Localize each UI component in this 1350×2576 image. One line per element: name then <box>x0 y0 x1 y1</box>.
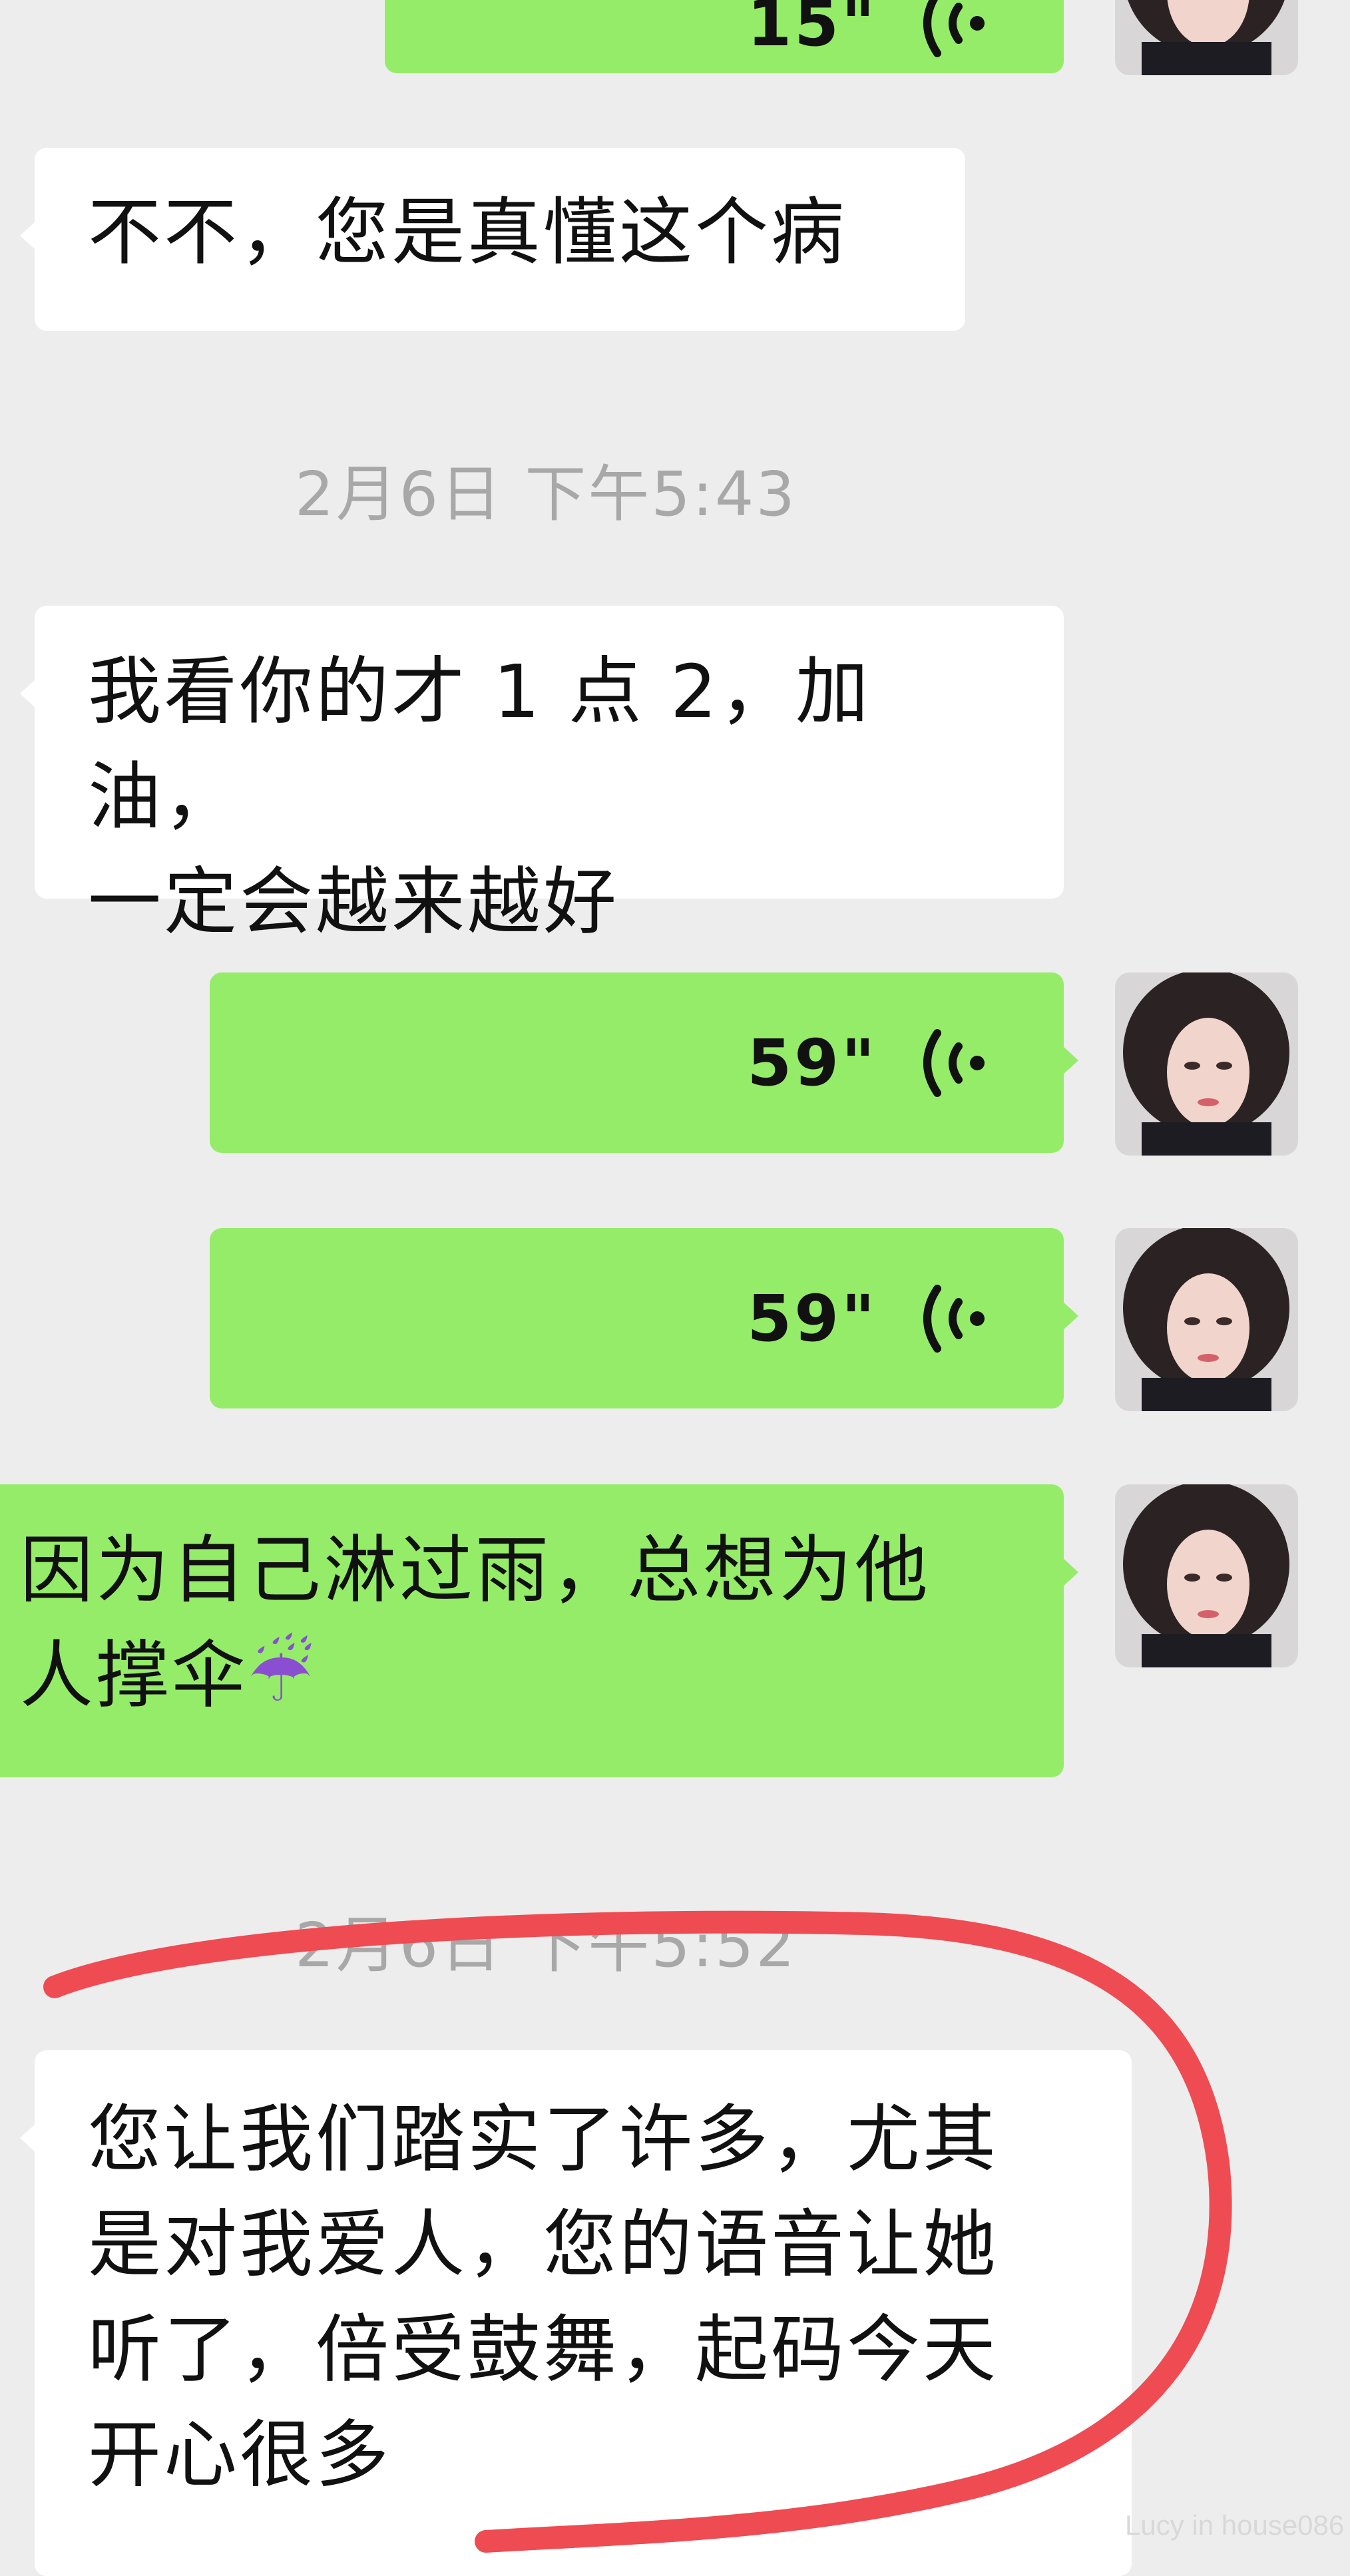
red-circle-annotation <box>43 1910 1232 2553</box>
watermark: Lucy in house086 <box>1125 2509 1345 2541</box>
